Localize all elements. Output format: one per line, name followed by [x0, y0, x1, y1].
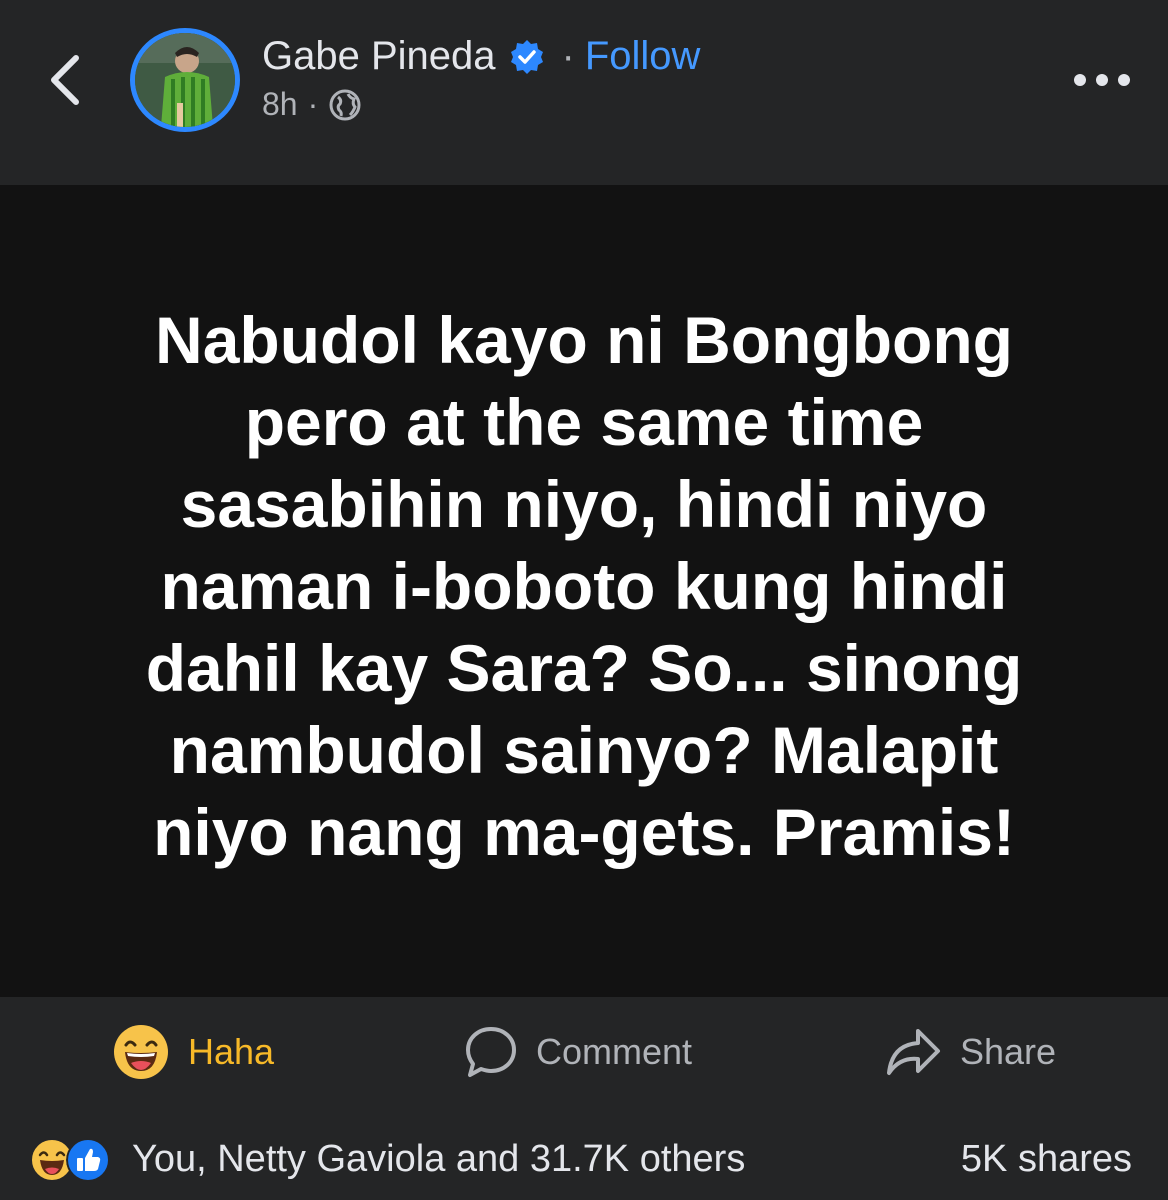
shares-count[interactable]: 5K shares — [961, 1138, 1132, 1181]
react-button[interactable]: Haha — [112, 997, 274, 1107]
post-content[interactable]: Nabudol kayo ni Bongbong pero at the sam… — [0, 185, 1168, 997]
comment-icon — [466, 1027, 516, 1077]
haha-emoji-icon — [114, 1025, 168, 1079]
more-dot — [1118, 74, 1130, 86]
profile-photo — [135, 33, 235, 127]
post-footer: You, Netty Gaviola and 31.7K others 5K s… — [0, 1110, 1168, 1200]
reaction-summary[interactable]: You, Netty Gaviola and 31.7K others — [132, 1138, 745, 1181]
comment-button[interactable]: Comment — [464, 997, 692, 1107]
verified-badge-icon — [510, 39, 543, 74]
share-arrow-icon — [887, 1029, 940, 1075]
meta-separator: · — [307, 86, 319, 122]
more-dot — [1096, 74, 1108, 86]
share-label: Share — [960, 1031, 1057, 1072]
action-bar: Haha Comment Share — [0, 997, 1168, 1107]
back-button[interactable] — [42, 50, 92, 110]
reaction-icons[interactable] — [30, 1138, 110, 1182]
name-separator: · — [561, 34, 575, 78]
post-meta: 8h · — [262, 86, 362, 123]
avatar[interactable] — [130, 28, 240, 132]
follow-button[interactable]: Follow — [585, 34, 701, 79]
chevron-left-icon — [51, 55, 79, 105]
share-button[interactable]: Share — [884, 997, 1056, 1107]
author-line: Gabe Pineda · Follow — [262, 34, 700, 79]
post-text: Nabudol kayo ni Bongbong pero at the sam… — [145, 303, 1023, 869]
react-label: Haha — [188, 1031, 275, 1072]
like-reaction-icon — [66, 1138, 110, 1182]
timestamp[interactable]: 8h — [262, 86, 298, 123]
globe-icon[interactable] — [328, 88, 362, 122]
post-header: Gabe Pineda · Follow 8h · — [0, 0, 1168, 185]
more-dot — [1074, 74, 1086, 86]
more-options-icon[interactable] — [1074, 70, 1130, 90]
author-name[interactable]: Gabe Pineda — [262, 34, 496, 79]
comment-label: Comment — [536, 1031, 693, 1072]
